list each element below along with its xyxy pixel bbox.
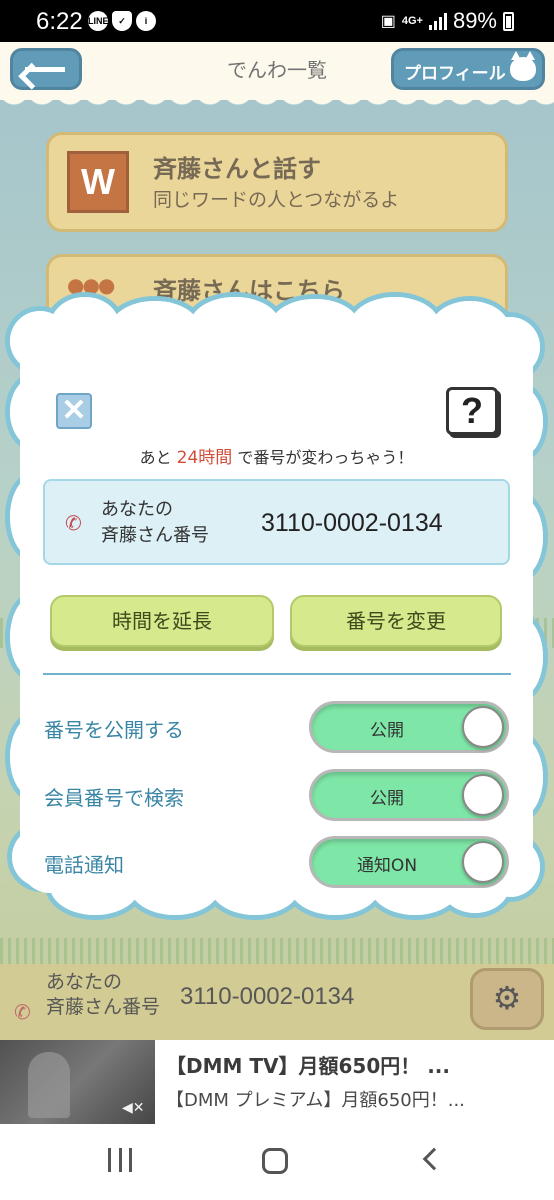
toggle-publish-number[interactable]: 公開	[309, 701, 509, 753]
modal-content: ✕ ? あと 24時間 で番号が変わっちゃう！ ✆ あなたの 斉藤さん番号 31…	[10, 297, 543, 917]
toggle-knob[interactable]	[462, 841, 504, 883]
toggle-knob[interactable]	[462, 706, 504, 748]
close-icon: ✕	[61, 394, 87, 427]
phone-icon: ✆	[65, 511, 82, 535]
battery-percent: 89%	[452, 8, 497, 33]
system-nav-bar	[0, 1124, 554, 1200]
back-nav-button[interactable]	[422, 1147, 446, 1171]
setting-label-call-notification: 電話通知	[44, 853, 124, 877]
setting-label-member-search: 会員番号で検索	[44, 786, 184, 810]
help-button[interactable]: ?	[446, 387, 498, 435]
close-button[interactable]: ✕	[56, 393, 92, 429]
setting-label-publish-number: 番号を公開する	[44, 718, 184, 742]
help-icon: ?	[461, 390, 483, 431]
info-icon: i	[136, 11, 156, 31]
shield-check-icon: ✓	[112, 11, 132, 31]
signal-icon	[428, 12, 447, 30]
nfc-icon: ▣	[380, 13, 396, 30]
status-bar: 6:22 LINE ✓ i ▣ 4G+ 89%	[0, 0, 554, 42]
status-time: 6:22	[36, 8, 83, 35]
toggle-call-notification[interactable]: 通知ON	[309, 836, 509, 888]
network-type: 4G+	[401, 14, 423, 27]
battery-icon	[503, 11, 514, 31]
toggle-knob[interactable]	[462, 774, 504, 816]
my-number-label: あなたの 斉藤さん番号	[101, 499, 209, 546]
my-number-value: 3110-0002-0134	[261, 509, 443, 537]
expire-hours: 24時間	[176, 448, 233, 468]
extend-time-button[interactable]: 時間を延長	[50, 595, 274, 647]
app-screen: でんわ一覧 プロフィール W 斉藤さんと話す 同じワードの人とつながるよ ●●●…	[0, 42, 554, 1124]
number-modal: ✕ ? あと 24時間 で番号が変わっちゃう！ ✆ あなたの 斉藤さん番号 31…	[10, 297, 543, 917]
toggle-member-search[interactable]: 公開	[309, 769, 509, 821]
recents-button[interactable]	[108, 1148, 132, 1174]
expire-notice: あと 24時間 で番号が変わっちゃう！	[139, 448, 414, 468]
change-number-button[interactable]: 番号を変更	[290, 595, 502, 647]
line-icon: LINE	[88, 11, 109, 31]
home-button[interactable]	[262, 1148, 288, 1174]
my-number-box: ✆ あなたの 斉藤さん番号 3110-0002-0134	[43, 479, 510, 565]
divider	[43, 673, 511, 675]
status-right: ▣ 4G+ 89%	[381, 8, 514, 34]
